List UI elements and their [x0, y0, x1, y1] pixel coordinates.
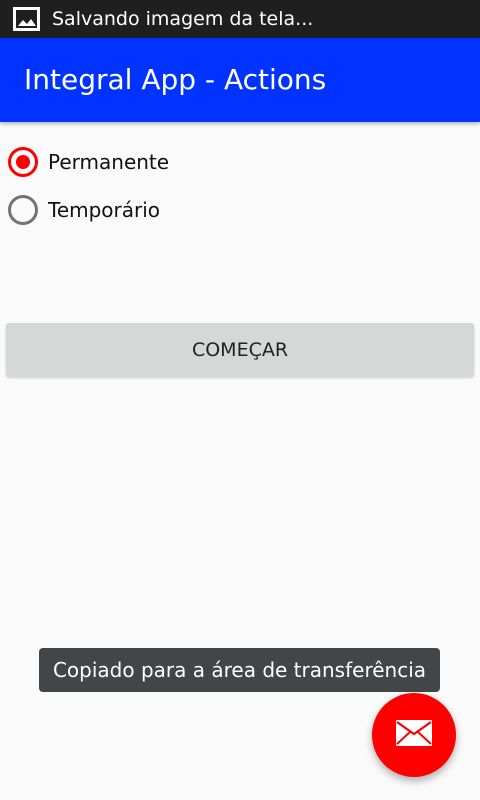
status-notification-text: Salvando imagem da tela...: [52, 7, 314, 30]
app-screen: Salvando imagem da tela... Integral App …: [0, 0, 480, 800]
app-title: Integral App - Actions: [24, 63, 327, 96]
radio-label-permanente: Permanente: [48, 150, 170, 174]
radio-selected-dot: [16, 155, 30, 169]
status-bar: Salvando imagem da tela...: [0, 0, 480, 38]
radio-option-permanente[interactable]: Permanente: [8, 146, 169, 178]
radio-button-unchecked[interactable]: [8, 195, 38, 225]
start-button[interactable]: COMEÇAR: [6, 323, 474, 377]
email-icon: [395, 719, 433, 751]
radio-label-temporario: Temporário: [48, 198, 161, 222]
image-icon: [13, 7, 40, 31]
radio-button-checked[interactable]: [8, 147, 38, 177]
email-fab-button[interactable]: [372, 693, 456, 777]
toast-message: Copiado para a área de transferência: [39, 648, 440, 692]
radio-option-temporario[interactable]: Temporário: [8, 194, 160, 226]
app-bar: Integral App - Actions: [0, 38, 480, 122]
